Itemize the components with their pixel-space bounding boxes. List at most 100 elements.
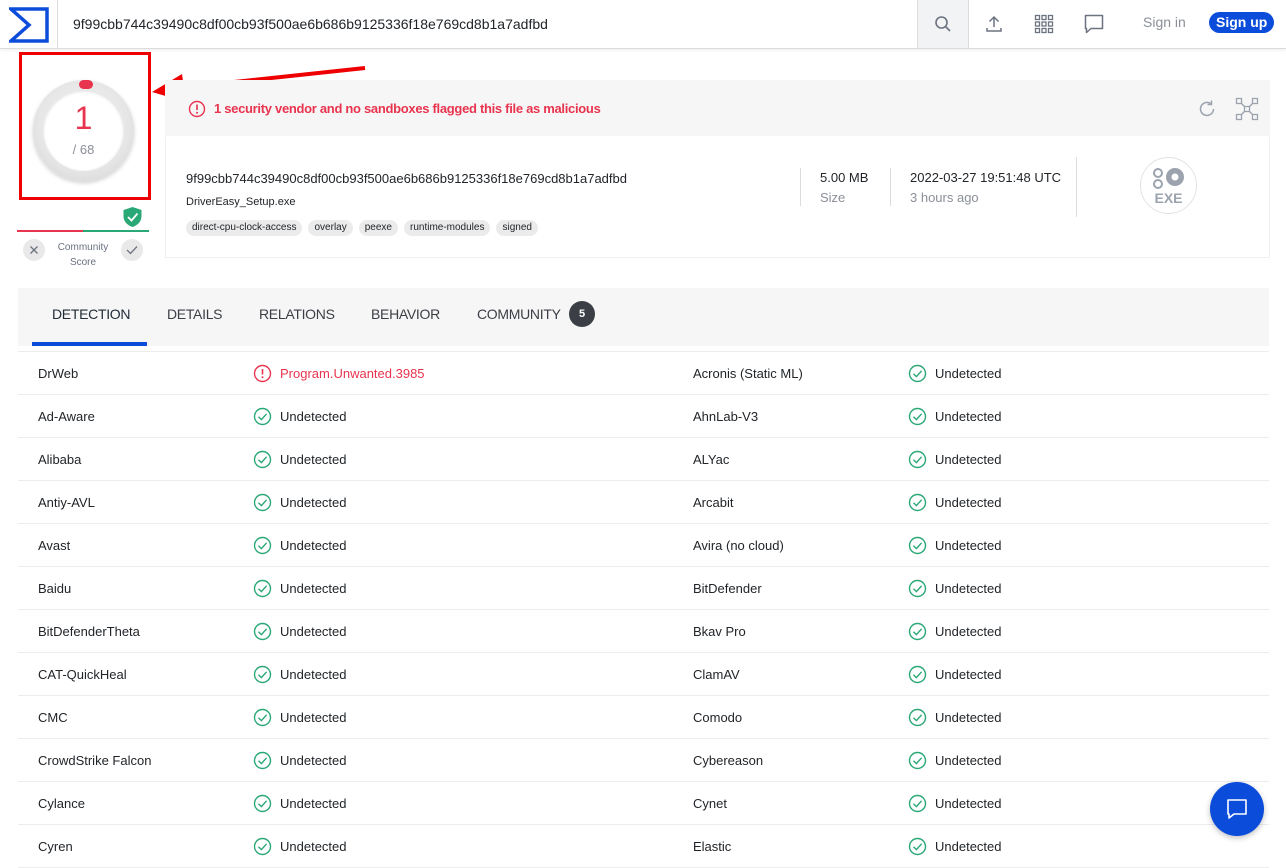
gears-icon	[1152, 168, 1184, 189]
file-tag[interactable]: overlay	[308, 220, 353, 236]
file-summary-card: 9f99cbb744c39490c8df00cb93f500ae6b686b91…	[165, 137, 1270, 258]
tab-community[interactable]: COMMUNITY	[477, 288, 561, 346]
file-type-label: EXE	[1154, 190, 1183, 206]
detection-result: Undetected	[908, 837, 1002, 856]
grid-icon	[1034, 14, 1054, 34]
upload-button[interactable]	[982, 12, 1006, 36]
engine-name[interactable]: Elastic	[693, 839, 731, 854]
result-text: Undetected	[935, 667, 1002, 682]
table-row: CAT-QuickHeal Undetected ClamAV Undetected	[18, 653, 1269, 696]
sign-up-button[interactable]: Sign up	[1209, 12, 1275, 33]
vote-harmful-button[interactable]	[23, 239, 45, 261]
table-row: Antiy-AVL Undetected Arcabit Undetected	[18, 481, 1269, 524]
table-row: Baidu Undetected BitDefender Undetected	[18, 567, 1269, 610]
detection-result: Undetected	[253, 407, 347, 426]
result-text: Undetected	[280, 667, 347, 682]
engine-name[interactable]: BitDefender	[693, 581, 762, 596]
chat-icon	[1227, 799, 1247, 819]
table-row: Avast Undetected Avira (no cloud) Undetecte…	[18, 524, 1269, 567]
engine-name[interactable]: Bkav Pro	[693, 624, 746, 639]
alert-message: 1 security vendor and no sandboxes flagg…	[214, 101, 601, 116]
engine-name[interactable]: Avira (no cloud)	[693, 538, 784, 553]
result-text: Undetected	[280, 495, 347, 510]
engine-name[interactable]: Acronis (Static ML)	[693, 366, 803, 381]
table-row: Ad-Aware Undetected AhnLab-V3 Undetected	[18, 395, 1269, 438]
apps-button[interactable]	[1032, 12, 1056, 36]
refresh-icon	[1199, 100, 1215, 117]
detection-result: Undetected	[253, 536, 347, 555]
scan-date-relative: 3 hours ago	[910, 190, 979, 205]
scan-date-value: 2022-03-27 19:51:48 UTC	[910, 170, 1062, 185]
engine-name[interactable]: DrWeb	[38, 366, 78, 381]
engine-name[interactable]: Cynet	[693, 796, 727, 811]
engine-name[interactable]: Arcabit	[693, 495, 733, 510]
result-text: Undetected	[935, 452, 1002, 467]
result-text: Undetected	[935, 538, 1002, 553]
engine-name[interactable]: Comodo	[693, 710, 742, 725]
check-circle-icon	[908, 708, 927, 727]
tab-detection[interactable]: DETECTION	[52, 288, 131, 346]
tab-details[interactable]: DETAILS	[167, 288, 223, 346]
detection-result: Undetected	[908, 450, 1002, 469]
file-tag[interactable]: peexe	[358, 220, 398, 236]
engine-name[interactable]: CAT-QuickHeal	[38, 667, 127, 682]
report-tabs: DETECTION DETAILS RELATIONS BEHAVIOR COM…	[18, 288, 1269, 346]
engine-name[interactable]: Avast	[38, 538, 70, 553]
file-tag[interactable]: signed	[496, 220, 538, 236]
engine-name[interactable]: Cylance	[38, 796, 85, 811]
file-tag[interactable]: runtime-modules	[403, 220, 491, 236]
search-input[interactable]	[59, 0, 917, 48]
engine-name[interactable]: CMC	[38, 710, 68, 725]
engine-name[interactable]: Antiy-AVL	[38, 495, 95, 510]
result-text: Undetected	[935, 624, 1002, 639]
result-text: Undetected	[280, 581, 347, 596]
reanalyze-button[interactable]	[1197, 99, 1217, 124]
search-button[interactable]	[917, 0, 969, 48]
file-size-label: Size	[820, 190, 846, 205]
engine-name[interactable]: AhnLab-V3	[693, 409, 758, 424]
community-score-negative-bar	[17, 230, 83, 232]
tab-label: RELATIONS	[259, 306, 335, 322]
vote-harmless-button[interactable]	[121, 239, 143, 261]
check-circle-icon	[908, 536, 927, 555]
check-circle-icon	[253, 837, 272, 856]
chat-bubble-icon	[1084, 14, 1104, 34]
tab-label: BEHAVIOR	[371, 306, 440, 322]
result-text: Undetected	[935, 409, 1002, 424]
tab-relations[interactable]: RELATIONS	[259, 288, 335, 346]
tab-behavior[interactable]: BEHAVIOR	[371, 288, 440, 346]
comments-button[interactable]	[1082, 12, 1106, 36]
tab-label: COMMUNITY	[477, 306, 561, 322]
engine-name[interactable]: CrowdStrike Falcon	[38, 753, 151, 768]
check-circle-icon	[253, 450, 272, 469]
engine-name[interactable]: ALYac	[693, 452, 729, 467]
check-circle-icon	[253, 493, 272, 512]
graph-view-button[interactable]	[1235, 97, 1259, 126]
check-circle-icon	[253, 407, 272, 426]
virustotal-logo[interactable]	[0, 0, 58, 49]
community-score-positive-bar	[83, 230, 149, 232]
engine-name[interactable]: ClamAV	[693, 667, 740, 682]
engine-name[interactable]: Ad-Aware	[38, 409, 95, 424]
community-label-line2: Score	[69, 257, 97, 268]
support-chat-button[interactable]	[1210, 782, 1264, 836]
result-text: Undetected	[935, 796, 1002, 811]
engine-name[interactable]: Baidu	[38, 581, 71, 596]
detection-result: Undetected	[908, 708, 1002, 727]
detection-result: Undetected	[908, 665, 1002, 684]
table-row: Cylance Undetected Cynet Undetected	[18, 782, 1269, 825]
active-tab-indicator	[32, 342, 147, 346]
result-text: Undetected	[280, 839, 347, 854]
result-text: Undetected	[280, 624, 347, 639]
engine-name[interactable]: Alibaba	[38, 452, 81, 467]
engine-name[interactable]: Cyren	[38, 839, 73, 854]
detection-result: Undetected	[908, 579, 1002, 598]
sign-in-link[interactable]: Sign in	[1143, 14, 1186, 30]
detection-score-gauge: 1 / 68	[33, 80, 134, 181]
engine-name[interactable]: BitDefenderTheta	[38, 624, 140, 639]
check-circle-icon	[908, 794, 927, 813]
file-tag[interactable]: direct-cpu-clock-access	[186, 220, 303, 236]
table-row: BitDefenderTheta Undetected Bkav Pro Undete…	[18, 610, 1269, 653]
engine-name[interactable]: Cybereason	[693, 753, 763, 768]
top-navigation-bar: Sign in Sign up	[0, 0, 1286, 49]
